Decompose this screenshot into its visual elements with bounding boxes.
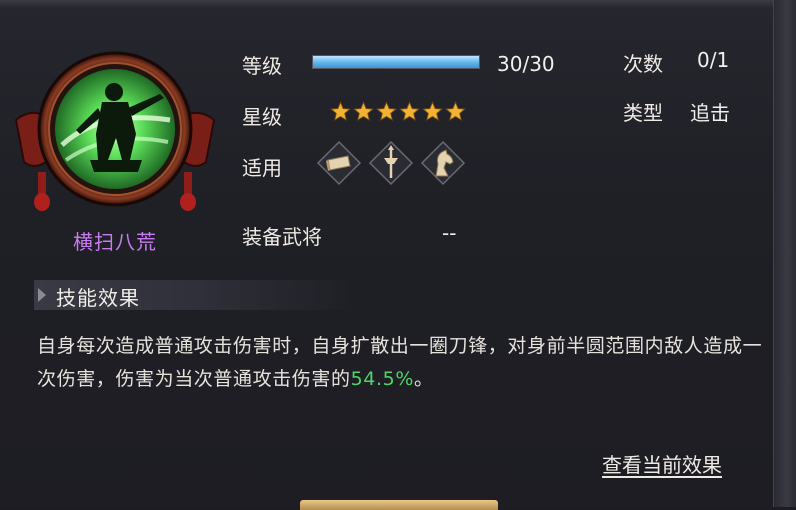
effect-section-header: 技能效果 — [34, 280, 354, 310]
level-value: 30/30 — [497, 52, 555, 76]
panel-top-edge — [0, 0, 796, 8]
effect-desc-highlight: 54.5% — [350, 368, 414, 390]
effect-description: 自身每次造成普通攻击伤害时，自身扩散出一圈刀锋，对身前半圆范围内敌人造成一次伤害… — [37, 330, 777, 396]
shield-icon — [316, 140, 362, 186]
level-label: 等级 — [242, 54, 282, 78]
bottom-action-button[interactable] — [300, 500, 498, 510]
star-icon — [353, 101, 374, 121]
star-icon — [399, 101, 420, 121]
equip-label: 装备武将 — [242, 225, 322, 249]
type-value: 追击 — [690, 101, 730, 125]
count-value: 0/1 — [697, 48, 730, 72]
skill-detail-panel: 横扫八荒 等级 30/30 次数 0/1 类型 追击 星级 适用 装备武将 --… — [0, 0, 796, 510]
star-rating — [330, 101, 466, 123]
star-icon — [376, 101, 397, 121]
level-progress-fill — [313, 56, 479, 68]
level-progress-bar — [312, 55, 480, 69]
star-icon — [330, 101, 351, 121]
star-label: 星级 — [242, 105, 282, 129]
halberd-icon — [368, 140, 414, 186]
effect-desc-suffix: 。 — [413, 368, 434, 390]
count-label: 次数 — [623, 52, 663, 76]
equip-value: -- — [442, 221, 457, 245]
type-label: 类型 — [623, 101, 663, 125]
star-icon — [445, 101, 466, 121]
chevron-right-icon — [38, 288, 46, 302]
skill-emblem — [10, 50, 220, 220]
skill-name: 横扫八荒 — [73, 230, 157, 254]
view-current-effect-link[interactable]: 查看当前效果 — [602, 449, 722, 478]
horse-icon — [420, 140, 466, 186]
apply-label: 适用 — [242, 156, 282, 180]
star-icon — [422, 101, 443, 121]
panel-scroll-rail — [773, 0, 796, 507]
apply-icons — [316, 140, 466, 186]
effect-section-title: 技能效果 — [56, 286, 140, 310]
